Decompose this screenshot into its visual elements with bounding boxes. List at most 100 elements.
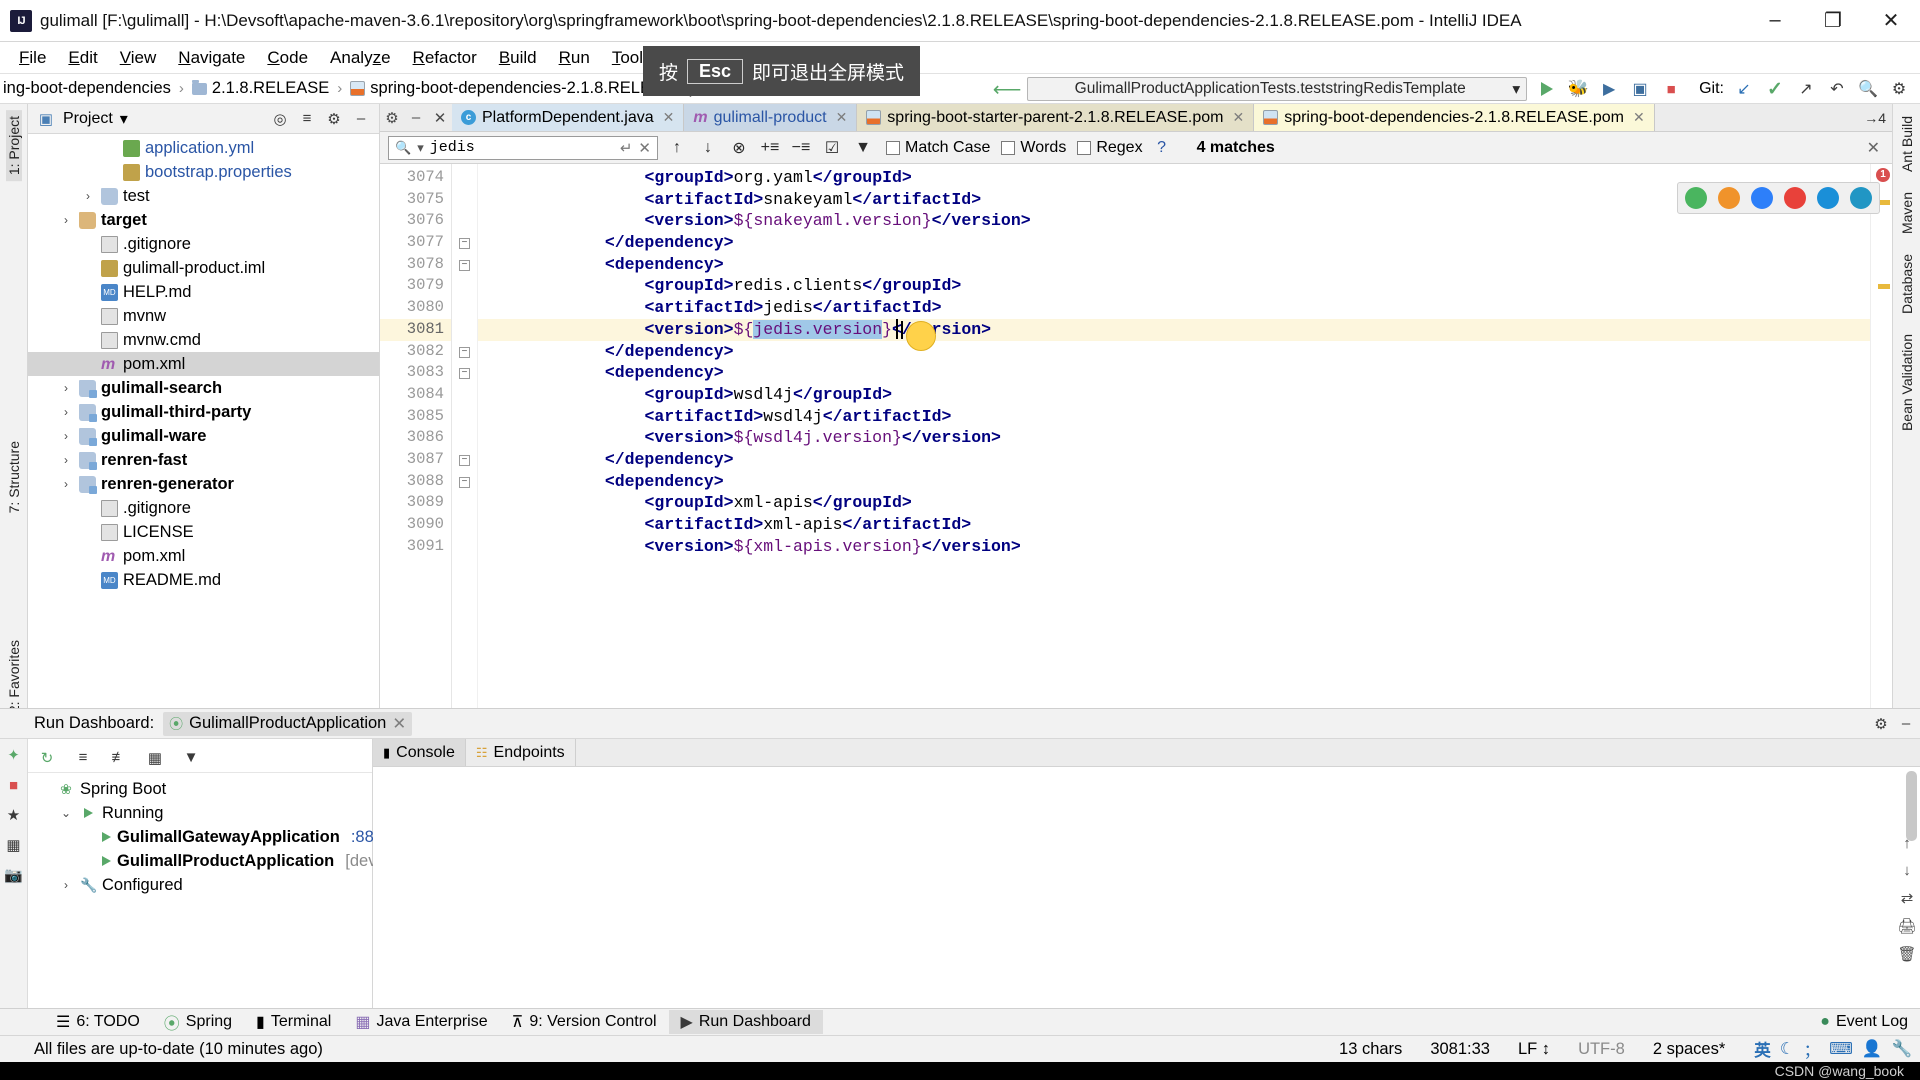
line-number[interactable]: 3079: [380, 275, 451, 297]
tool-button-version-control[interactable]: ⊼ 9: Version Control: [500, 1010, 669, 1034]
project-tree-item[interactable]: .gitignore: [28, 496, 379, 520]
close-icon[interactable]: ✕: [392, 714, 406, 734]
remove-line-icon[interactable]: −≡: [789, 136, 813, 160]
line-number[interactable]: 3087: [380, 449, 451, 471]
menu-item-edit[interactable]: Edit: [57, 44, 108, 72]
line-number[interactable]: 3080: [380, 297, 451, 319]
hide-panel-icon[interactable]: –: [351, 109, 371, 129]
project-tree-item[interactable]: LICENSE: [28, 520, 379, 544]
expand-arrow-icon[interactable]: ›: [58, 453, 74, 467]
close-button[interactable]: ✕: [1862, 0, 1920, 41]
multiline-icon[interactable]: ☑: [820, 136, 844, 160]
code-line[interactable]: <version>${jedis.version}</version>: [478, 319, 1870, 341]
regex-help-icon[interactable]: ?: [1150, 136, 1174, 160]
maximize-button[interactable]: ❐: [1804, 0, 1862, 41]
search-history-icon[interactable]: ▾: [417, 140, 424, 156]
expand-arrow-icon[interactable]: ›: [58, 878, 74, 892]
debug-icon[interactable]: 🐝: [1567, 78, 1589, 100]
expand-arrow-icon[interactable]: ›: [58, 405, 74, 419]
menu-item-code[interactable]: Code: [256, 44, 319, 72]
edge-icon[interactable]: [1817, 187, 1839, 209]
hide-editor-icon[interactable]: –: [404, 104, 428, 131]
code-line[interactable]: <groupId>wsdl4j</groupId>: [478, 384, 1870, 406]
line-number[interactable]: 3085: [380, 406, 451, 428]
project-tree-item[interactable]: gulimall-product.iml: [28, 256, 379, 280]
fold-collapse-icon[interactable]: −: [452, 341, 477, 363]
editor-tab-spring-boot-dependencies[interactable]: spring-boot-dependencies-2.1.8.RELEASE.p…: [1254, 104, 1655, 131]
add-line-icon[interactable]: +≡: [758, 136, 782, 160]
run-dashboard-tree-item[interactable]: GulimallGatewayApplication:88/: [28, 825, 372, 849]
menu-item-file[interactable]: File: [8, 44, 57, 72]
editor-tab-platformdependent[interactable]: c PlatformDependent.java ✕: [452, 104, 684, 131]
sidebar-item-project[interactable]: 1: Project: [6, 110, 22, 181]
soft-wrap-icon[interactable]: ⇄: [1901, 889, 1914, 907]
moon-icon[interactable]: ☾: [1780, 1039, 1795, 1059]
code-line[interactable]: <dependency>: [478, 471, 1870, 493]
code-line[interactable]: <groupId>org.yaml</groupId>: [478, 167, 1870, 189]
favorites-icon[interactable]: ✦: [3, 744, 25, 766]
ime-chinese-icon[interactable]: 英: [1754, 1037, 1771, 1061]
line-number[interactable]: 3088: [380, 471, 451, 493]
fold-collapse-icon[interactable]: −: [452, 471, 477, 493]
scrollbar-thumb[interactable]: [1906, 771, 1917, 841]
menu-item-analyze[interactable]: Analyze: [319, 44, 402, 72]
line-number[interactable]: 3082: [380, 341, 451, 363]
chrome-icon[interactable]: [1685, 187, 1707, 209]
collapse-all-icon[interactable]: ≡: [297, 109, 317, 129]
menu-item-navigate[interactable]: Navigate: [167, 44, 256, 72]
chevron-down-icon[interactable]: ▾: [120, 109, 128, 129]
find-enter-icon[interactable]: ↵: [620, 139, 633, 157]
fold-collapse-icon[interactable]: −: [452, 254, 477, 276]
sidebar-item-maven[interactable]: Maven: [1899, 186, 1915, 240]
fold-collapse-icon[interactable]: −: [452, 449, 477, 471]
project-tree-item[interactable]: mvnw.cmd: [28, 328, 379, 352]
project-tree-item[interactable]: mvnw: [28, 304, 379, 328]
run-dashboard-tree-item[interactable]: › 🔧 Configured: [28, 873, 372, 897]
event-log-button[interactable]: ● Event Log: [1808, 1011, 1920, 1033]
code-line[interactable]: <dependency>: [478, 362, 1870, 384]
find-clear-icon[interactable]: ✕: [638, 139, 651, 157]
tool-button-run-dashboard[interactable]: ▶ Run Dashboard: [669, 1010, 823, 1034]
git-commit-icon[interactable]: ✓: [1764, 78, 1786, 100]
camera-icon[interactable]: 📷: [3, 864, 25, 886]
match-case-checkbox[interactable]: Match Case: [886, 139, 990, 157]
find-bar-close-icon[interactable]: ✕: [1867, 138, 1884, 158]
git-push-icon[interactable]: ↗: [1795, 78, 1817, 100]
find-input[interactable]: 🔍 ▾ jedis ↵ ✕: [388, 136, 658, 160]
profile-icon[interactable]: ▣: [1629, 78, 1651, 100]
intention-bulb-icon[interactable]: [906, 321, 936, 351]
run-with-coverage-icon[interactable]: ▶: [1598, 78, 1620, 100]
pin-tab-icon[interactable]: ⚙: [380, 104, 404, 131]
ie-icon[interactable]: [1850, 187, 1872, 209]
menu-item-run[interactable]: Run: [548, 44, 601, 72]
find-prev-icon[interactable]: ↑: [665, 136, 689, 160]
line-number[interactable]: 3086: [380, 427, 451, 449]
words-checkbox[interactable]: Words: [1001, 139, 1066, 157]
run-configuration-selector[interactable]: GulimallProductApplicationTests.teststri…: [1027, 77, 1527, 101]
find-next-icon[interactable]: ↓: [696, 136, 720, 160]
filter-icon[interactable]: ▼: [180, 747, 202, 769]
sidebar-item-database[interactable]: Database: [1899, 248, 1915, 320]
menu-item-view[interactable]: View: [109, 44, 168, 72]
project-tree-item[interactable]: application.yml: [28, 136, 379, 160]
code-line[interactable]: </dependency>: [478, 449, 1870, 471]
star-icon[interactable]: ★: [3, 804, 25, 826]
line-number[interactable]: 3074: [380, 167, 451, 189]
code-line[interactable]: <artifactId>xml-apis</artifactId>: [478, 514, 1870, 536]
sidebar-item-ant-build[interactable]: Ant Build: [1899, 110, 1915, 178]
clear-all-icon[interactable]: 🗑: [1897, 945, 1916, 963]
code-line[interactable]: </dependency>: [478, 341, 1870, 363]
safari-icon[interactable]: [1751, 187, 1773, 209]
breadcrumb-item-artifact[interactable]: ing-boot-dependencies: [0, 77, 174, 100]
project-tree-item[interactable]: › test: [28, 184, 379, 208]
close-icon[interactable]: ✕: [1633, 109, 1645, 126]
line-number[interactable]: 3078: [380, 254, 451, 276]
tab-endpoints[interactable]: ☷ Endpoints: [466, 739, 576, 766]
project-tree-item[interactable]: › gulimall-search: [28, 376, 379, 400]
code-line[interactable]: <version>${snakeyaml.version}</version>: [478, 210, 1870, 232]
code-line[interactable]: <dependency>: [478, 254, 1870, 276]
run-icon[interactable]: [1536, 78, 1558, 100]
line-number[interactable]: 3077: [380, 232, 451, 254]
code-line[interactable]: <groupId>redis.clients</groupId>: [478, 275, 1870, 297]
project-tree-item[interactable]: › target: [28, 208, 379, 232]
